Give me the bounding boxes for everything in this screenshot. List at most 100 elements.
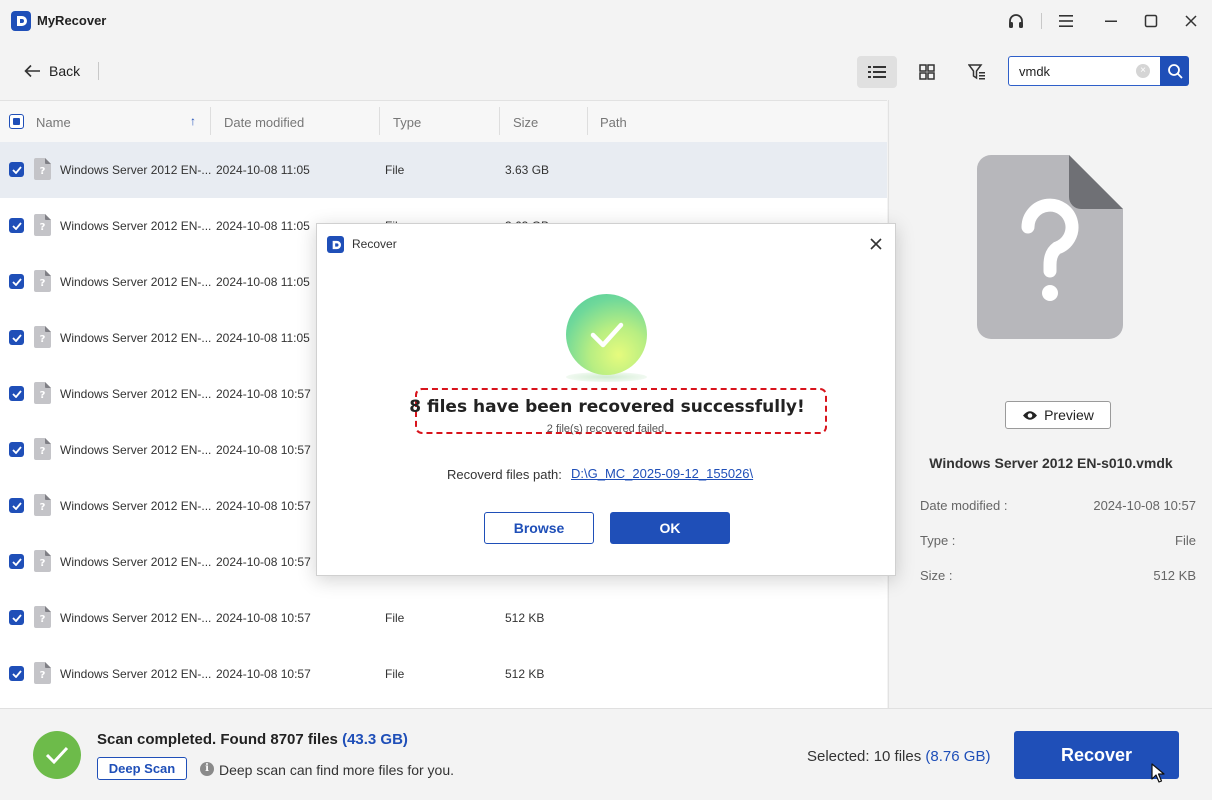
svg-text:?: ? [40,558,46,569]
cell-name: Windows Server 2012 EN-... [60,163,212,177]
row-checkbox[interactable] [9,330,24,345]
search-button[interactable] [1160,56,1189,86]
detail-type-label: Type : [920,533,956,548]
row-checkbox[interactable] [9,218,24,233]
unknown-file-icon: ? [34,382,51,404]
row-checkbox[interactable] [9,386,24,401]
column-divider[interactable] [499,107,500,135]
eye-icon [1023,410,1038,420]
unknown-file-icon [977,155,1125,344]
maximize-icon[interactable] [1136,8,1166,34]
recovered-path-link[interactable]: D:\G_MC_2025-09-12_155026\ [571,466,753,481]
dialog-close-icon[interactable] [866,234,886,254]
detail-file-name: Windows Server 2012 EN-s010.vmdk [929,455,1173,471]
row-checkbox[interactable] [9,162,24,177]
select-all-checkbox[interactable] [9,114,24,129]
row-checkbox[interactable] [9,498,24,513]
deep-scan-button[interactable]: Deep Scan [97,757,187,780]
cell-name: Windows Server 2012 EN-... [60,443,212,457]
minimize-icon[interactable] [1096,8,1126,34]
cell-name: Windows Server 2012 EN-... [60,555,212,569]
detail-type-value: File [1175,533,1196,548]
unknown-file-icon: ? [34,606,51,628]
row-checkbox[interactable] [9,666,24,681]
unknown-file-icon: ? [34,662,51,684]
table-row[interactable]: ? Windows Server 2012 EN-... 2024-10-08 10… [0,646,887,702]
cell-type: File [385,163,405,177]
clear-search-icon[interactable]: × [1136,64,1150,78]
mouse-cursor-icon [1151,763,1165,786]
filter-button[interactable] [957,56,997,88]
unknown-file-icon: ? [34,214,51,236]
unknown-file-icon: ? [34,270,51,292]
title-bar: MyRecover [0,0,1212,42]
ok-button[interactable]: OK [610,512,730,544]
dialog-title: Recover [352,237,397,251]
column-header-size[interactable]: Size [513,115,538,130]
table-row[interactable]: ? Windows Server 2012 EN-... 2024-10-08 10… [0,590,887,646]
close-icon[interactable] [1176,8,1206,34]
svg-text:?: ? [40,166,46,177]
selected-count: Selected: 10 files [807,748,922,765]
detail-date-row: Date modified : 2024-10-08 10:57 [920,498,1196,513]
column-divider[interactable] [210,107,211,135]
scan-status: Scan completed. Found 8707 files (43.3 G… [97,731,408,748]
cell-date: 2024-10-08 11:05 [216,219,310,233]
success-message: 8 files have been recovered successfully… [409,397,805,417]
column-divider[interactable] [587,107,588,135]
column-header-name[interactable]: Name [36,115,71,130]
svg-text:?: ? [40,334,46,345]
cell-date: 2024-10-08 11:05 [216,331,310,345]
preview-label: Preview [1044,407,1094,423]
column-divider[interactable] [379,107,380,135]
filter-icon [968,64,985,80]
sort-ascending-icon[interactable]: ↑ [190,114,196,128]
unknown-file-icon: ? [34,326,51,348]
detail-panel: Preview Windows Server 2012 EN-s010.vmdk… [888,100,1212,708]
detail-date-value: 2024-10-08 10:57 [1093,498,1196,513]
browse-button[interactable]: Browse [484,512,594,544]
hamburger-menu-icon[interactable] [1051,8,1081,34]
scan-complete-icon [33,731,81,779]
row-checkbox[interactable] [9,554,24,569]
row-checkbox[interactable] [9,274,24,289]
grid-view-button[interactable] [907,56,947,88]
toolbar-divider [98,62,99,80]
myrecover-logo-icon [327,236,344,253]
cell-name: Windows Server 2012 EN-... [60,387,212,401]
column-header-date[interactable]: Date modified [224,115,304,130]
cell-date: 2024-10-08 10:57 [216,667,311,681]
preview-button[interactable]: Preview [1005,401,1111,429]
headset-icon[interactable] [1001,8,1031,34]
svg-text:?: ? [40,446,46,457]
back-button[interactable]: Back [24,60,80,82]
search-icon [1167,64,1183,79]
detail-size-value: 512 KB [1153,568,1196,583]
cell-date: 2024-10-08 11:05 [216,163,310,177]
column-header-path[interactable]: Path [600,115,627,130]
cell-type: File [385,667,405,681]
grid-view-icon [919,64,935,80]
cell-date: 2024-10-08 10:57 [216,499,311,513]
cell-name: Windows Server 2012 EN-... [60,331,212,345]
unknown-file-icon: ? [34,438,51,460]
detail-type-row: Type : File [920,533,1196,548]
arrow-left-icon [24,64,40,78]
table-row[interactable]: ? Windows Server 2012 EN-... 2024-10-08 11… [0,142,887,198]
row-checkbox[interactable] [9,610,24,625]
back-label: Back [49,63,81,79]
svg-text:?: ? [40,222,46,233]
path-label: Recoverd files path: [447,467,562,482]
failed-message: 2 file(s) recovered failed. [546,423,668,435]
recover-dialog: Recover 8 files have been recovered succ… [316,223,896,576]
cell-date: 2024-10-08 10:57 [216,443,311,457]
detail-date-label: Date modified : [920,498,1008,513]
cell-date: 2024-10-08 10:57 [216,387,311,401]
list-view-button[interactable] [857,56,897,88]
column-header-type[interactable]: Type [393,115,421,130]
search-input[interactable] [1019,57,1134,85]
svg-text:?: ? [40,670,46,681]
row-checkbox[interactable] [9,442,24,457]
cell-date: 2024-10-08 10:57 [216,555,311,569]
info-icon: i [200,762,214,776]
